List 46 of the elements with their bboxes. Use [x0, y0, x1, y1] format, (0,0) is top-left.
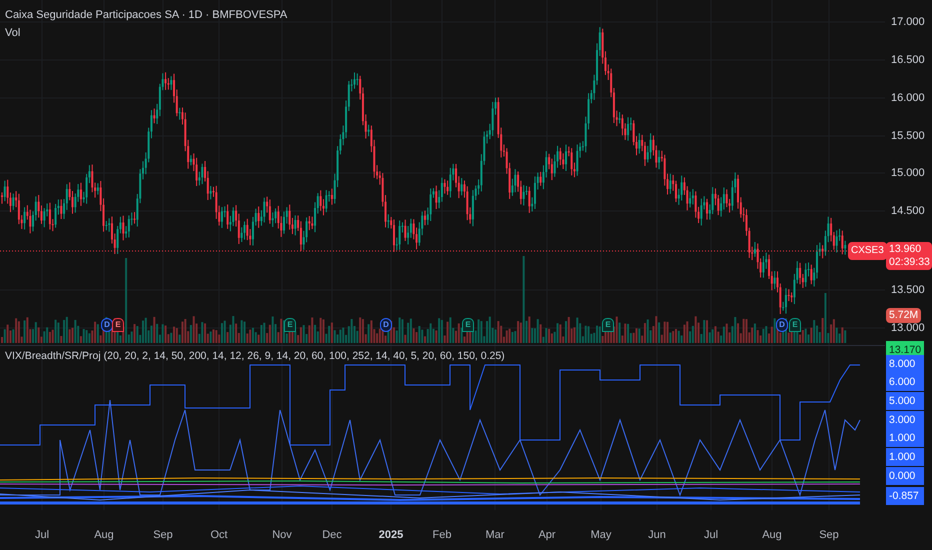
earnings-marker[interactable]: E: [462, 318, 474, 332]
time-axis-label: Sep: [153, 528, 173, 543]
time-axis-label: Jul: [34, 528, 50, 543]
price-axis-label: 16.500: [891, 53, 925, 67]
indicator-value-tag: 5.000: [886, 392, 924, 410]
indicator-value-tag: 0.000: [886, 467, 924, 485]
price-axis-label: 13.000: [891, 321, 925, 335]
indicator-value-tag: 8.000: [886, 355, 924, 373]
price-axis-label: 15.500: [891, 129, 925, 143]
countdown-timer: 02:39:33: [889, 256, 929, 269]
time-axis-label: Mar: [486, 528, 504, 543]
indicator-value-tag: 3.000: [886, 411, 924, 429]
symbol-tag: CXSE3: [848, 242, 887, 260]
earnings-marker[interactable]: E: [284, 318, 296, 332]
indicator-value-tag: -0.857: [886, 487, 924, 505]
price-axis-label: 14.500: [891, 204, 925, 218]
time-axis-label: Oct: [210, 528, 228, 543]
time-axis-label: May: [590, 528, 612, 543]
time-axis-label: 2025: [378, 528, 404, 543]
indicator-value-tag: 1.000: [886, 448, 924, 466]
time-axis-label: Feb: [432, 528, 452, 543]
dividend-marker[interactable]: D: [101, 318, 113, 332]
time-axis-label: Sep: [819, 528, 839, 543]
time-axis-label: Dec: [322, 528, 342, 543]
time-axis-label: Jun: [648, 528, 666, 543]
volume-label: Vol: [5, 26, 20, 41]
volume-tag: 5.72M: [886, 308, 922, 323]
time-axis-label: Aug: [762, 528, 782, 543]
price-axis-label: 13.500: [891, 283, 925, 297]
price-axis-label: 15.000: [891, 166, 925, 180]
earnings-marker[interactable]: E: [602, 318, 614, 332]
price-axis-label: 17.000: [891, 15, 925, 29]
time-axis-label: Nov: [272, 528, 292, 543]
time-axis-label: Jul: [704, 528, 718, 543]
chart-title: Caixa Seguridade Participacoes SA · 1D · BMFBOVESPA: [5, 8, 288, 23]
time-axis-label: Apr: [538, 528, 556, 543]
dividend-marker[interactable]: D: [380, 318, 392, 332]
last-price: 13.960: [889, 243, 922, 256]
indicator-value-tag: 6.000: [886, 373, 924, 391]
earnings-marker[interactable]: E: [112, 318, 124, 332]
price-axis-label: 16.000: [891, 91, 925, 105]
indicator-value-tag: 1.000: [886, 429, 924, 447]
dividend-marker[interactable]: D: [776, 318, 788, 332]
indicator-label: VIX/Breadth/SR/Proj (20, 20, 2, 14, 50, 200, 14, 12, 26, 9, 14, 20, 60, 100, 252, 14, 40, 5, 20, 60, 150, 0.25): [5, 349, 505, 364]
time-axis-label: Aug: [94, 528, 114, 543]
earnings-marker[interactable]: E: [789, 318, 801, 332]
